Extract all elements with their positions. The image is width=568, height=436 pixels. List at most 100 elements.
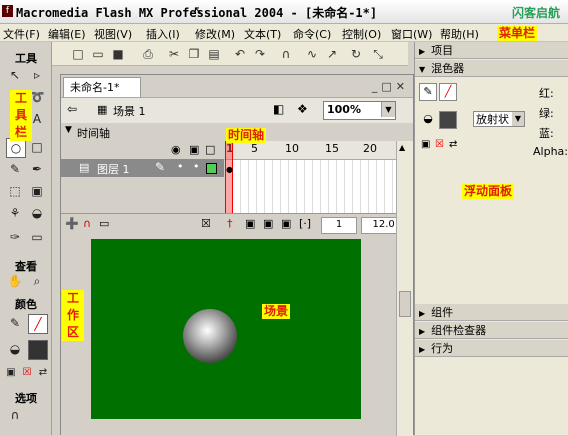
panel-title: 组件检查器 <box>431 324 487 337</box>
edit-scene-icon[interactable]: ◧ <box>273 102 284 116</box>
stroke-swatch[interactable]: ╱ <box>28 314 48 334</box>
new-icon[interactable]: □ <box>70 46 86 62</box>
fill-swatch[interactable] <box>28 340 48 360</box>
onion-skin-icon[interactable]: ▣ <box>245 217 255 230</box>
delete-layer-icon[interactable]: ☒ <box>201 217 211 230</box>
scroll-up-icon[interactable]: ▲ <box>399 143 405 152</box>
layer-name: 图层 1 <box>97 163 130 176</box>
no-color-icon[interactable]: ☒ <box>435 139 444 150</box>
panel-mixer-header[interactable]: ▼ 混色器 <box>415 60 568 77</box>
menu-text[interactable]: 文本(T) <box>244 26 281 42</box>
fill-bucket-icon[interactable]: ◒ <box>419 111 437 129</box>
panel-project-header[interactable]: ▶ 项目 <box>415 42 568 59</box>
ink-bottle-tool-icon[interactable]: ⚘ <box>6 204 24 222</box>
stroke-swatch[interactable]: ╱ <box>439 83 457 101</box>
menu-commands[interactable]: 命令(C) <box>293 26 331 42</box>
copy-icon[interactable]: ❐ <box>186 46 202 62</box>
outline-icon[interactable]: □ <box>205 143 215 156</box>
brush-tool-icon[interactable]: ✒ <box>28 160 46 178</box>
frames-grid[interactable]: 1 5 10 15 20 ● <box>225 141 397 213</box>
current-frame-field: 1 <box>321 217 357 234</box>
menu-edit[interactable]: 编辑(E) <box>48 26 86 42</box>
smooth-icon[interactable]: ∿ <box>304 46 320 62</box>
menu-window[interactable]: 窗口(W) <box>391 26 432 42</box>
cut-icon[interactable]: ✂ <box>166 46 182 62</box>
callout-panels: 浮动面板 <box>462 184 515 199</box>
hand-tool-icon[interactable]: ✋ <box>6 272 24 290</box>
open-icon[interactable]: ▭ <box>90 46 106 62</box>
green-label: 绿: <box>539 107 554 120</box>
panel-behaviors-header[interactable]: ▶ 行为 <box>415 340 568 357</box>
sphere-graphic[interactable] <box>183 309 237 363</box>
undo-icon[interactable]: ↶ <box>232 46 248 62</box>
paste-icon[interactable]: ▤ <box>206 46 222 62</box>
fill-color-icon[interactable]: ◒ <box>6 340 24 358</box>
window-controls-icon[interactable]: _□✕ <box>372 80 409 93</box>
swap-colors-icon[interactable]: ⇄ <box>34 364 52 382</box>
stage[interactable] <box>91 239 361 419</box>
stroke-color-icon[interactable]: ✎ <box>6 314 24 332</box>
add-guide-icon[interactable]: ∩ <box>83 217 91 230</box>
layer-cell[interactable]: ▤ 图层 1 ✎ • • <box>61 159 224 177</box>
straighten-icon[interactable]: ↗ <box>324 46 340 62</box>
panel-inspector-header[interactable]: ▶ 组件检查器 <box>415 322 568 339</box>
onion-outline-icon[interactable]: ▣ <box>263 217 273 230</box>
vertical-scrollbar[interactable]: ▲ <box>396 141 413 436</box>
snap-magnet-icon[interactable]: ∩ <box>278 46 294 62</box>
edit-multiple-icon[interactable]: ▣ <box>281 217 291 230</box>
zoom-tool-icon[interactable]: ⌕ <box>28 272 46 290</box>
arrow-tool-icon[interactable]: ↖ <box>6 66 24 84</box>
redo-icon[interactable]: ↷ <box>252 46 268 62</box>
pencil-tool-icon[interactable]: ✎ <box>6 160 24 178</box>
swap-colors-icon[interactable]: ⇄ <box>449 139 457 150</box>
menu-help[interactable]: 帮助(H) <box>440 26 479 42</box>
edit-symbol-icon[interactable]: ❖ <box>297 102 308 116</box>
lock-dot-icon[interactable]: • <box>193 160 200 173</box>
default-colors-icon[interactable]: ▣ <box>421 139 430 150</box>
subselect-tool-icon[interactable]: ▹ <box>28 66 46 84</box>
outline-color-swatch[interactable] <box>206 163 217 174</box>
flash-app-icon: f <box>2 5 13 17</box>
timeline-footer: ➕ ∩ ▭ ☒ † ▣ ▣ ▣ [·] 1 12.0 f <box>61 213 413 236</box>
visible-dot-icon[interactable]: • <box>177 160 184 173</box>
collapse-arrow-icon[interactable]: ▼ <box>65 125 72 135</box>
paint-bucket-tool-icon[interactable]: ◒ <box>28 204 46 222</box>
menu-view[interactable]: 视图(V) <box>94 26 132 42</box>
menu-file[interactable]: 文件(F) <box>3 26 40 42</box>
fill-transform-tool-icon[interactable]: ▣ <box>28 182 46 200</box>
chevron-down-icon[interactable]: ▼ <box>381 102 395 117</box>
add-layer-icon[interactable]: ➕ <box>65 217 79 230</box>
menu-insert[interactable]: 插入(I) <box>146 26 180 42</box>
zoom-select[interactable]: 100% ▼ <box>323 101 396 120</box>
save-icon[interactable]: ■ <box>110 46 126 62</box>
eye-icon[interactable]: ◉ <box>171 143 181 156</box>
document-tab[interactable]: 未命名-1* <box>63 77 141 98</box>
eraser-tool-icon[interactable]: ▭ <box>28 228 46 246</box>
panel-components-header[interactable]: ▶ 组件 <box>415 304 568 321</box>
lock-icon[interactable]: ▣ <box>189 143 199 156</box>
eyedropper-tool-icon[interactable]: ✑ <box>6 228 24 246</box>
scroll-thumb[interactable] <box>399 291 411 317</box>
work-area[interactable] <box>61 235 397 435</box>
fill-type-select[interactable]: 放射状 ▼ <box>473 111 525 127</box>
oval-tool-icon[interactable]: ○ <box>6 138 26 158</box>
snap-option-icon[interactable]: ∩ <box>6 406 24 424</box>
stroke-pencil-icon[interactable]: ✎ <box>419 83 437 101</box>
menu-modify[interactable]: 修改(M) <box>195 26 235 42</box>
layer-row[interactable]: ▤ 图层 1 ✎ • • <box>61 159 413 177</box>
onion-markers-icon[interactable]: [·] <box>299 217 311 230</box>
scale-icon[interactable]: ⤡ <box>370 46 386 62</box>
menu-control[interactable]: 控制(O) <box>342 26 381 42</box>
callout-toolbox: 工具栏 <box>10 90 32 141</box>
layer-icon: ▤ <box>79 161 90 174</box>
center-frame-icon[interactable]: † <box>227 217 233 230</box>
free-transform-tool-icon[interactable]: ⬚ <box>6 182 24 200</box>
add-folder-icon[interactable]: ▭ <box>99 217 109 230</box>
timeline-label[interactable]: 时间轴 <box>77 125 110 141</box>
back-arrow-icon[interactable]: ⇦ <box>67 102 77 116</box>
rotate-icon[interactable]: ↻ <box>348 46 364 62</box>
chevron-down-icon[interactable]: ▼ <box>512 112 524 126</box>
fill-swatch[interactable] <box>439 111 457 129</box>
playhead[interactable] <box>225 141 233 213</box>
print-icon[interactable]: ⎙ <box>140 46 156 62</box>
